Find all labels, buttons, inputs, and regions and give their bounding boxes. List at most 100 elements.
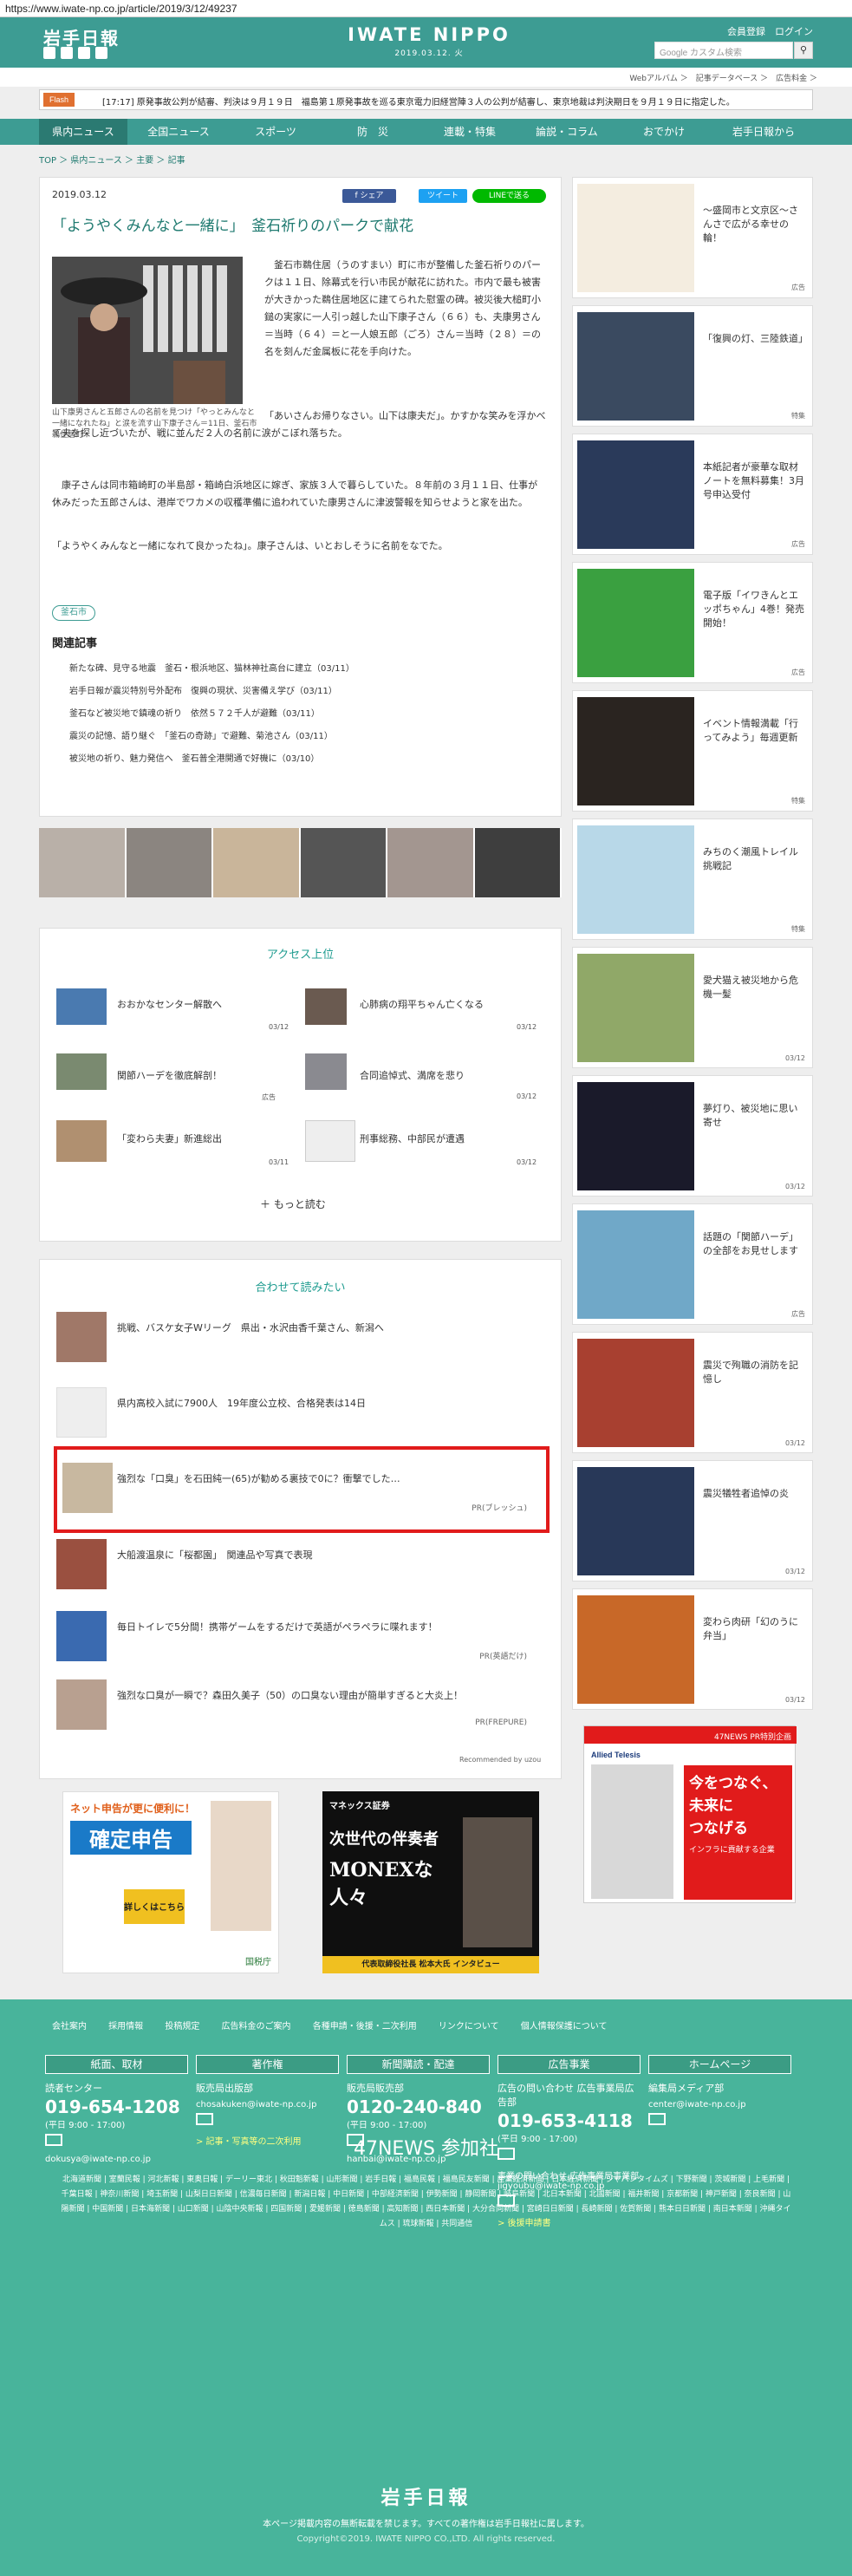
ranking-title[interactable]: おおかなセンター解散へ <box>117 997 222 1011</box>
facebook-share-button[interactable]: f シェア <box>342 189 396 203</box>
footer-copy: Copyright©2019. IWATE NIPPO CO.,LTD. All… <box>296 2534 556 2544</box>
recommend-credit[interactable]: Recommended by uzou <box>459 1756 541 1764</box>
brand-block[interactable]: IWATE NIPPO 2019.03.12. 火 <box>342 24 516 58</box>
recommend-title[interactable]: 強烈な口臭が一瞬で？森田久美子（50）の口臭ない理由が簡単すぎると大炎上！ <box>117 1688 550 1702</box>
footer-email[interactable]: center@iwate-np.co.jp <box>648 2100 791 2110</box>
nav-item[interactable]: おでかけ <box>617 119 711 145</box>
tax-return-ad[interactable]: ネット申告が更に便利に！ 確定申告 詳しくはこちら 国税庁 <box>62 1791 279 1973</box>
line-share-button[interactable]: LINEで送る <box>472 189 546 203</box>
flash-text[interactable]: [17:17] 原発事故公判が結審、判決は９月１９日 福島第１原発事故を巡る東京… <box>102 95 804 108</box>
footer-dept: 販売局販売部 <box>347 2083 404 2094</box>
sidebar-card[interactable]: 「復興の灯、三陸鉄道」 特集 <box>572 305 813 427</box>
ranking-title[interactable]: 心肺病の翔平ちゃん亡くなる <box>360 997 484 1011</box>
related-link[interactable]: 新たな碑、見守る地震 釜石・根浜地区、猫林神社高台に建立（03/11） <box>69 661 354 674</box>
nav-item[interactable]: 論説・コラム <box>520 119 614 145</box>
nav-item[interactable]: 全国ニュース <box>132 119 225 145</box>
footer-column-heading[interactable]: 著作権 <box>196 2055 339 2074</box>
recommend-title[interactable]: 挑戦、バスケ女子Wリーグ 県出・水沢由香千葉さん、新潟へ <box>117 1321 550 1334</box>
sidebar-card[interactable]: みちのく潮風トレイル挑戦記 特集 <box>572 818 813 940</box>
footer-phone[interactable]: 0120-240-840 <box>347 2097 490 2117</box>
sidebar-card[interactable]: 変わら肉研「幻のうに弁当」 03/12 <box>572 1588 813 1710</box>
twitter-icon[interactable] <box>43 47 55 59</box>
monex-ad[interactable]: マネックス証券 次世代の伴奏者 MONEXな人々 代表取締役社長 松本大氏 イン… <box>322 1791 539 1973</box>
nav-item[interactable]: 岩手日報から <box>714 119 813 145</box>
ranking-thumbnail[interactable] <box>56 1120 107 1162</box>
nav-item[interactable]: 県内ニュース <box>39 119 127 145</box>
sidebar-label: 広告 <box>791 540 805 548</box>
footer-email[interactable]: chosakuken@iwate-np.co.jp <box>196 2100 339 2110</box>
facebook-icon[interactable] <box>61 47 73 59</box>
recommend-title[interactable]: 県内高校入試に7900人 19年度公立校、合格発表は14日 <box>117 1396 550 1410</box>
recommend-title[interactable]: 毎日トイレで5分間！携帯ゲームをするだけで英語がペラペラに喋れます！ <box>117 1620 550 1634</box>
account-links[interactable]: 会員登録 ログイン <box>727 24 813 38</box>
footer-hours: (平日 9:00 - 17:00) <box>45 2121 126 2130</box>
recommend-source: PR(FREPURE) <box>475 1718 527 1727</box>
sidebar-image <box>577 1339 694 1447</box>
recommend-thumbnail[interactable] <box>56 1679 107 1730</box>
partner-newspapers[interactable]: 北海道新聞 | 室蘭民報 | 河北新報 | 東奥日報 | デーリー東北 | 秋田… <box>61 2173 791 2232</box>
footer-column-heading[interactable]: 広告事業 <box>498 2055 641 2074</box>
wide-ad[interactable]: 47NEWS PR特別企画 Allied Telesis 今をつなぐ、 未来に … <box>583 1725 797 1903</box>
ranking-date: 広告 <box>262 1093 276 1101</box>
footer-phone[interactable]: 019-654-1208 <box>45 2097 188 2117</box>
sidebar-card[interactable]: 夢灯り、被災地に思い寄せ 03/12 <box>572 1075 813 1197</box>
topic-tag[interactable]: 釜石市 <box>52 605 95 621</box>
youtube-icon[interactable] <box>78 47 90 59</box>
ranking-thumbnail[interactable] <box>305 1120 355 1162</box>
ranking-thumbnail[interactable] <box>305 988 347 1025</box>
ranking-title[interactable]: 「変わら夫妻」新進総出 <box>117 1131 222 1145</box>
search-input[interactable]: Google カスタム検索 <box>654 42 793 59</box>
recommend-thumbnail[interactable] <box>56 1312 107 1362</box>
ranking-thumbnail[interactable] <box>305 1053 347 1090</box>
sidebar-card[interactable]: 電子版「イワきんとエッポちゃん」4巻！発売開始！ 広告 <box>572 562 813 683</box>
footer-phone[interactable]: 019-653-4118 <box>498 2110 641 2131</box>
ad-person <box>211 1801 271 1931</box>
banner-ad-strip[interactable] <box>39 828 562 897</box>
related-link[interactable]: 釜石など被災地で鎮魂の祈り 依然５７２千人が避難（03/11） <box>69 706 320 719</box>
ranking-thumbnail[interactable] <box>56 988 107 1025</box>
footer-links[interactable]: 会社案内 採用情報 投稿規定 広告料金のご案内 各種申請・後援・二次利用 リンク… <box>52 2018 607 2031</box>
sidebar-card[interactable]: 本紙記者が豪華な取材ノートを無料募集！3月号申込受付 広告 <box>572 434 813 555</box>
ranking-title[interactable]: 合同追悼式、満席を悲り <box>360 1068 465 1082</box>
nav-item[interactable]: 連載・特集 <box>423 119 517 145</box>
sidebar-text: 「復興の灯、三陸鉄道」 <box>703 333 808 344</box>
footer-column-heading[interactable]: 紙面、取材 <box>45 2055 188 2074</box>
footer-logo[interactable]: 岩手日報 <box>0 2482 852 2510</box>
article-photo[interactable] <box>52 257 243 404</box>
flash-news-bar[interactable]: Flash [17:17] 原発事故公判が結審、判決は９月１９日 福島第１原発事… <box>39 89 813 110</box>
tweet-button[interactable]: ツイート <box>419 189 467 203</box>
ranking-title[interactable]: 刑事総務、中部民が遭遇 <box>360 1131 465 1145</box>
recommend-thumbnail[interactable] <box>56 1539 107 1589</box>
wide-ad-copy: 今をつなぐ、 未来に つなげる インフラに貢献する企業 <box>684 1765 792 1900</box>
recommend-thumbnail[interactable] <box>56 1387 107 1438</box>
breadcrumb[interactable]: TOP ＞ 県内ニュース ＞ 主要 ＞ 記事 <box>39 153 185 166</box>
sidebar-card[interactable]: 話題の「関節ハーデ」の全部をお見せします 広告 <box>572 1203 813 1325</box>
sidebar-card[interactable]: イベント情報満載「行ってみよう」毎週更新 特集 <box>572 690 813 812</box>
related-link[interactable]: 被災地の祈り、魅力発信へ 釜石普全港開通で好機に（03/10） <box>69 751 319 764</box>
ranking-title[interactable]: 関節ハーデを徹底解剖！ <box>117 1068 222 1082</box>
sidebar-image <box>577 184 694 292</box>
instagram-icon[interactable] <box>95 47 107 59</box>
ranking-thumbnail[interactable] <box>56 1053 107 1090</box>
mail-icon[interactable] <box>648 2113 666 2125</box>
sidebar-card[interactable]: 〜盛岡市と文京区〜さんさで広がる幸せの輪！ 広告 <box>572 177 813 298</box>
footer-column-heading[interactable]: 新聞購読・配達 <box>347 2055 490 2074</box>
wide-ad-line: 今をつなぐ、 <box>689 1775 777 1792</box>
nav-item[interactable]: 防 災 <box>326 119 419 145</box>
site-logo[interactable]: 岩手日報 <box>43 24 120 49</box>
search-button[interactable]: ⚲ <box>794 42 813 59</box>
nav-item[interactable]: スポーツ <box>229 119 322 145</box>
sidebar-label: 03/12 <box>784 1439 805 1447</box>
recommend-thumbnail[interactable] <box>56 1611 107 1661</box>
mail-icon[interactable] <box>196 2113 213 2125</box>
memorial-photo-graphic <box>52 257 243 404</box>
sidebar-card[interactable]: 愛犬猫え被災地から危機一髪 03/12 <box>572 947 813 1068</box>
recommend-title[interactable]: 大船渡温泉に「桜都園」 関連品や写真で表現 <box>117 1548 550 1562</box>
related-link[interactable]: 震災の記憶、語り継ぐ 「釜石の奇跡」で避難、菊池さん（03/11） <box>69 728 333 741</box>
read-more-link[interactable]: ＋ もっと読む <box>260 1197 326 1211</box>
sub-navigation[interactable]: Webアルバム ＞ 記事データベース ＞ 広告料金 ＞ <box>0 68 852 87</box>
sidebar-card[interactable]: 震災で殉職の消防を記憶し 03/12 <box>572 1332 813 1453</box>
footer-column-heading[interactable]: ホームページ <box>648 2055 791 2074</box>
related-link[interactable]: 岩手日報が震災特別号外配布 復興の現状、災害備え学び（03/11） <box>69 683 337 696</box>
sidebar-card[interactable]: 震災犠牲者追悼の炎 03/12 <box>572 1460 813 1581</box>
